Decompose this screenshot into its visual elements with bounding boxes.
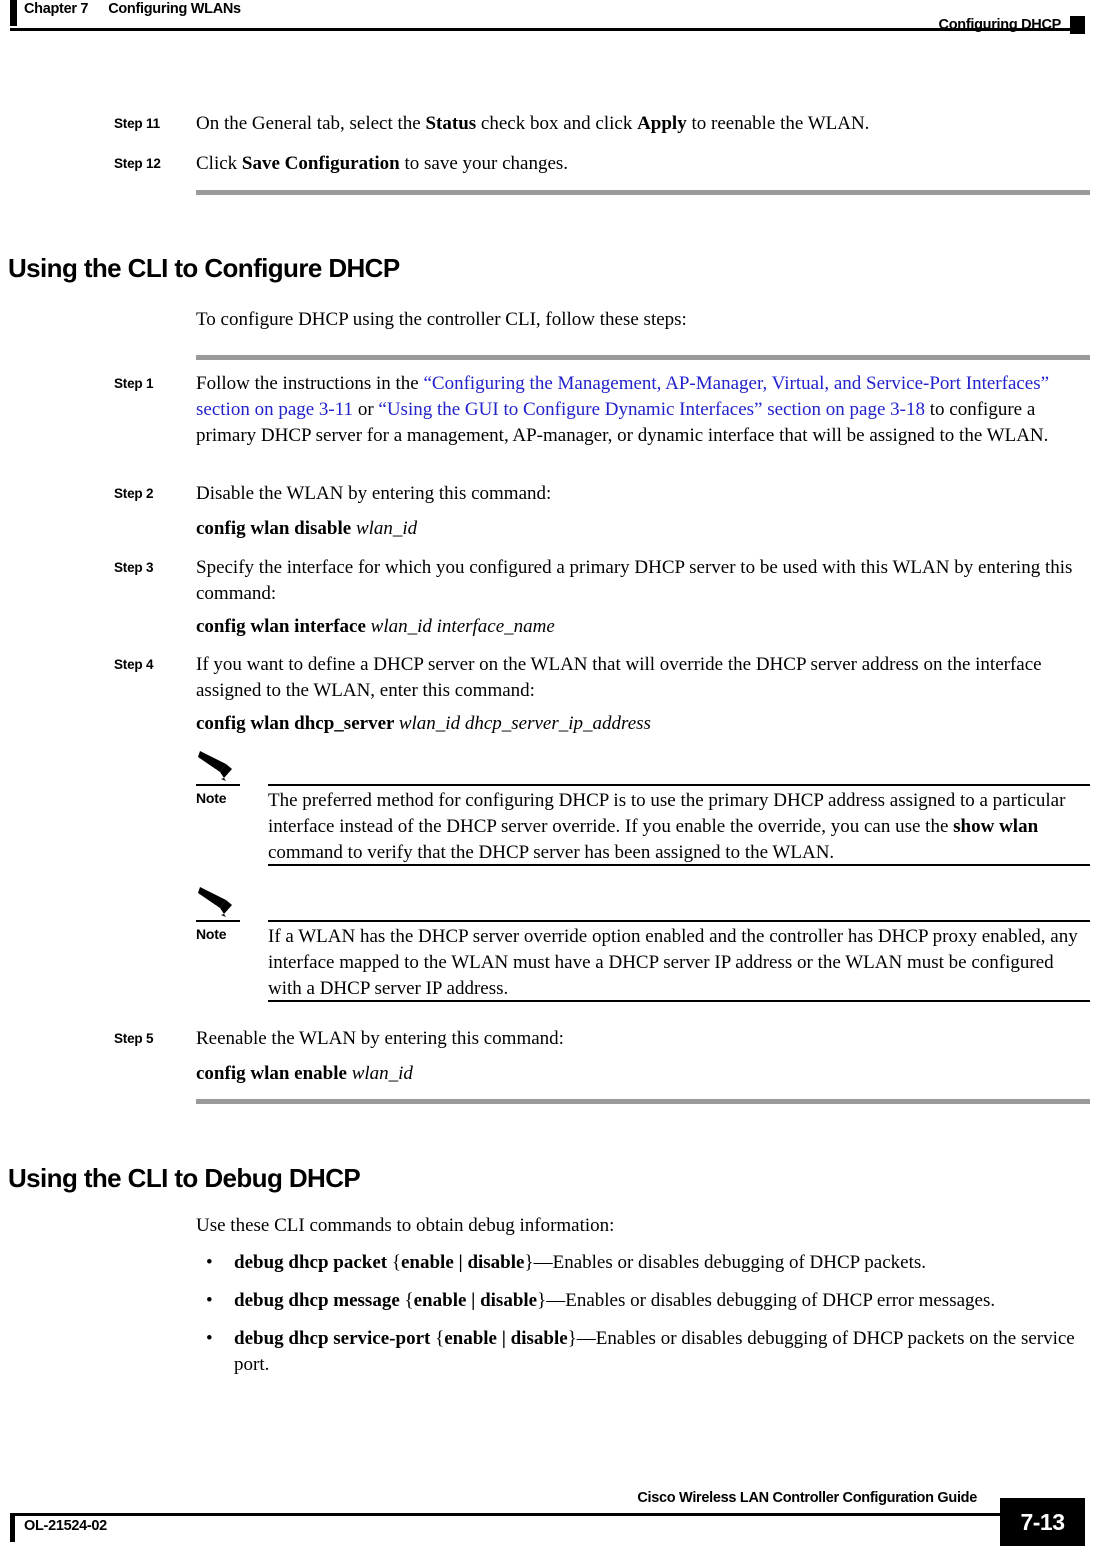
- text-run: check box and click: [476, 113, 638, 134]
- italic-run: wlan_id: [355, 518, 418, 539]
- bold-run: config wlan enable: [196, 1063, 352, 1084]
- bullet-dot-icon: •: [206, 1290, 213, 1311]
- text-run: to save your changes.: [399, 153, 569, 174]
- italic-run: wlan_id: [351, 1063, 413, 1084]
- bold-run: config wlan disable: [196, 518, 356, 539]
- step-body-11: On the General tab, select the Status ch…: [196, 111, 1089, 137]
- bold-run: debug dhcp message: [234, 1290, 405, 1311]
- bold-run: Status: [425, 113, 477, 134]
- heading-configure-dhcp: Using the CLI to Configure DHCP: [8, 253, 400, 283]
- header-running-head-right: Configuring DHCP: [938, 17, 1062, 33]
- text-run: command to verify that the DHCP server h…: [268, 842, 835, 863]
- text-run: If you want to define a DHCP server on t…: [196, 654, 1042, 701]
- bold-run: enable | disable: [400, 1252, 525, 1273]
- step-label-1: Step 1: [114, 376, 154, 391]
- note-topline-right-2: [268, 920, 1090, 922]
- text-run: Click: [196, 153, 242, 174]
- note-topline-left-2: [196, 920, 240, 922]
- step-body-1: Follow the instructions in the “Configur…: [196, 371, 1089, 449]
- step-label-4: Step 4: [114, 657, 154, 672]
- intro-configure-dhcp: To configure DHCP using the controller C…: [196, 309, 687, 330]
- note-pencil-icon: [196, 884, 242, 918]
- step-label-11: Step 11: [114, 116, 160, 131]
- text-run: The preferred method for configuring DHC…: [268, 790, 1066, 837]
- bold-run: debug dhcp service-port: [234, 1328, 436, 1349]
- header-chapter: Chapter 7 Configuring WLANs: [24, 1, 241, 17]
- note-topline-right-1: [268, 784, 1090, 786]
- step-label-2: Step 2: [114, 486, 154, 501]
- step-body-5: Reenable the WLAN by entering this comma…: [196, 1026, 1089, 1052]
- note-topline-left-1: [196, 784, 240, 786]
- bold-run: config wlan interface: [196, 616, 371, 637]
- note-bottomline-2: [268, 1000, 1090, 1002]
- text-run: On the General tab, select the: [196, 113, 426, 134]
- bullet-text-3: debug dhcp service-port {enable | disabl…: [234, 1326, 1090, 1378]
- header-rule: [10, 28, 1085, 31]
- text-run: or: [353, 399, 379, 420]
- header-chapter-title: Configuring WLANs: [108, 1, 241, 17]
- bullet-dot-icon: •: [206, 1252, 213, 1273]
- step-command-4: config wlan dhcp_server wlan_id dhcp_ser…: [196, 711, 1089, 737]
- bold-run: Apply: [637, 113, 687, 134]
- intro-debug-dhcp: Use these CLI commands to obtain debug i…: [196, 1215, 615, 1236]
- header-chapter-number: Chapter 7: [24, 1, 89, 17]
- note-label-2: Note: [196, 926, 227, 942]
- bold-run: Save Configuration: [241, 153, 400, 174]
- document-page: Chapter 7 Configuring WLANs Configuring D…: [0, 0, 1095, 1548]
- italic-run: wlan_id interface_name: [370, 616, 555, 637]
- page-header: Chapter 7 Configuring WLANs Configuring D…: [0, 0, 1095, 46]
- step-command-2: config wlan disable wlan_id: [196, 516, 1089, 542]
- footer-doc-id: OL-21524-02: [24, 1518, 107, 1534]
- footer-rule: [10, 1513, 1010, 1516]
- italic-run: wlan_id dhcp_server_ip_address: [398, 713, 651, 734]
- text-run: }—Enables or disables debugging of DHCP …: [537, 1290, 996, 1311]
- text-run: }—Enables or disables debugging of DHCP …: [524, 1252, 927, 1273]
- step-command-3: config wlan interface wlan_id interface_…: [196, 614, 1089, 640]
- bold-run: show wlan: [953, 816, 1039, 837]
- text-run: If a WLAN has the DHCP server override o…: [268, 926, 1078, 999]
- step-body-4: If you want to define a DHCP server on t…: [196, 652, 1089, 704]
- footer-left-bar-decoration: [10, 1516, 15, 1542]
- step-body-12: Click Save Configuration to save your ch…: [196, 151, 1089, 177]
- text-run: Reenable the WLAN by entering this comma…: [196, 1028, 564, 1049]
- text-run: {: [391, 1252, 401, 1273]
- text-run: Disable the WLAN by entering this comman…: [196, 483, 552, 504]
- section-rule-configure-end: [196, 1099, 1090, 1104]
- page-footer: Cisco Wireless LAN Controller Configurat…: [0, 1458, 1095, 1548]
- bullet-text-1: debug dhcp packet {enable | disable}—Ena…: [234, 1250, 1090, 1276]
- text-run: {: [404, 1290, 414, 1311]
- step-label-5: Step 5: [114, 1031, 154, 1046]
- note-block-2: Note If a WLAN has the DHCP server overr…: [196, 884, 1090, 1002]
- heading-debug-dhcp: Using the CLI to Debug DHCP: [8, 1163, 361, 1193]
- cross-reference-link[interactable]: “Using the GUI to Configure Dynamic Inte…: [378, 399, 925, 420]
- step-label-3: Step 3: [114, 560, 154, 575]
- step-command-5: config wlan enable wlan_id: [196, 1061, 1089, 1087]
- bold-run: enable | disable: [444, 1328, 568, 1349]
- section-rule-top-steps: [196, 190, 1090, 195]
- note-pencil-icon: [196, 748, 242, 782]
- text-run: Specify the interface for which you conf…: [196, 557, 1073, 604]
- footer-guide-title: Cisco Wireless LAN Controller Configurat…: [637, 1490, 977, 1506]
- step-label-12: Step 12: [114, 156, 161, 171]
- header-left-bar-decoration: [10, 0, 17, 26]
- step-body-3: Specify the interface for which you conf…: [196, 555, 1089, 607]
- note-block-1: Note The preferred method for configurin…: [196, 748, 1090, 866]
- step-body-2: Disable the WLAN by entering this comman…: [196, 481, 1089, 507]
- note-text-1: The preferred method for configuring DHC…: [268, 788, 1090, 866]
- text-run: Follow the instructions in the: [196, 373, 424, 394]
- bold-run: debug dhcp packet: [234, 1252, 392, 1273]
- bold-run: config wlan dhcp_server: [196, 713, 399, 734]
- bullet-dot-icon: •: [206, 1328, 213, 1349]
- section-rule-configure-start: [196, 355, 1090, 360]
- bullet-text-2: debug dhcp message {enable | disable}—En…: [234, 1288, 1090, 1314]
- text-run: to reenable the WLAN.: [686, 113, 870, 134]
- text-run: {: [435, 1328, 445, 1349]
- note-label-1: Note: [196, 790, 227, 806]
- note-text-2: If a WLAN has the DHCP server override o…: [268, 924, 1090, 1002]
- note-bottomline-1: [268, 864, 1090, 866]
- footer-page-number: 7-13: [1000, 1498, 1085, 1546]
- header-right-bar-decoration: [1070, 16, 1085, 34]
- bold-run: enable | disable: [413, 1290, 538, 1311]
